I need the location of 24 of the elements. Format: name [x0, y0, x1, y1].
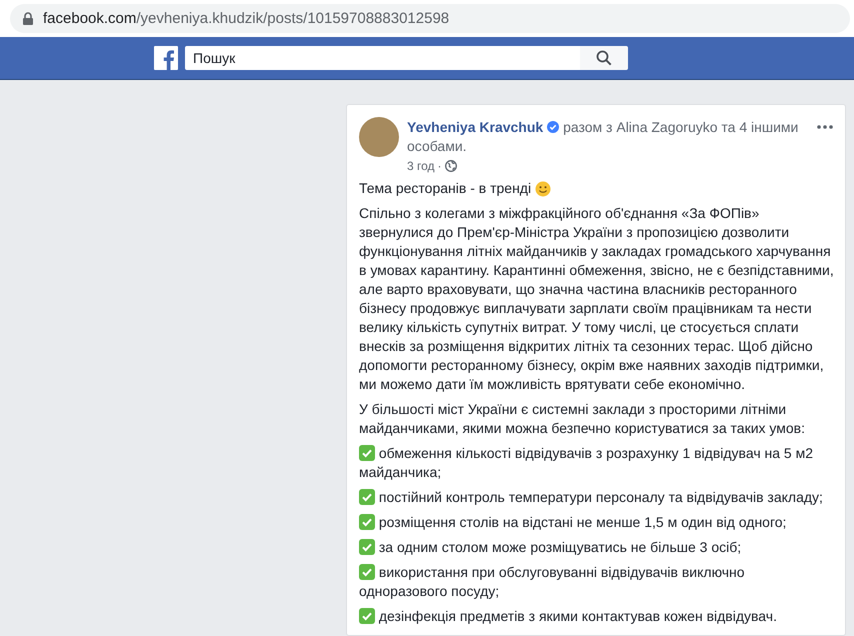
author-link[interactable]: Yevheniya Kravchuk [407, 119, 544, 135]
more-options-icon[interactable] [817, 125, 833, 129]
globe-icon [444, 160, 457, 172]
post-headline: Тема ресторанів - в тренді [359, 179, 532, 198]
checklist-text: постійний контроль температури персоналу та відвідувачів закладу; [378, 489, 823, 505]
search-field[interactable]: Пошук [185, 46, 580, 70]
facebook-logo-icon[interactable] [154, 46, 178, 70]
smiley-face-icon [535, 180, 552, 196]
checklist-text: за одним столом може розміщуватись не більше 3 осіб; [378, 539, 742, 555]
address-bar[interactable]: facebook.com/yevheniya.khudzik/posts/10159708883012598 [10, 4, 850, 33]
checklist-text: використання при обслуговуванні відвідувачів виключно одноразового посуду; [359, 564, 745, 599]
post-paragraph: У більшості міст України є системні заклади з просторими літніми майданчиками, якими можна безпечно користуватися за таких умов: [359, 400, 806, 438]
post-time-link[interactable]: 3 год [407, 159, 435, 173]
url-text: facebook.com/yevheniya.khudzik/posts/10159708883012598 [43, 10, 450, 27]
checklist-text: дезінфекція предметів з якими контактував кожен відвідувач. [378, 608, 777, 624]
post-paragraph: Спільно з колегами з міжфракційного об'єднання «За ФОПів» звернулися до Прем'єр-Міністра України з пропозицією дозволити функціонування літніх майданчиків у закладах громадського харчування в умовах карантину. Карантинні обмеження, звісно, не є безпідставними, але варто враховувати, що значна частина власників ресторанного бізнесу продовжує виплачувати зарплати своїм працівникам та нести велику кількість супутніх витрат. У тому числі, це стосується сплати внесків за розміщення відкритих літніх та сезонних терас. Щоб дійсно допомогти ресторанному бізнесу, окрім вже наявних заходів підтримки, ми можемо дати їм можливість врятувати себе економічно. [359, 204, 835, 394]
checklist-text: розміщення столів на відстані не менше 1,5 м один від одного; [378, 514, 786, 530]
search-button[interactable] [580, 46, 628, 70]
separator-dot: · [438, 159, 442, 173]
lock-icon [23, 12, 33, 25]
checklist-text: обмеження кількості відвідувачів з розрахунку 1 відвідувач на 5 м2 майданчика; [359, 445, 813, 480]
avatar-placeholder[interactable] [359, 117, 399, 157]
post-header-text: Yevheniya Kravchuk разом з Alina Zagoruyko та 4 іншими особами. [407, 118, 800, 156]
search-icon [596, 50, 612, 66]
